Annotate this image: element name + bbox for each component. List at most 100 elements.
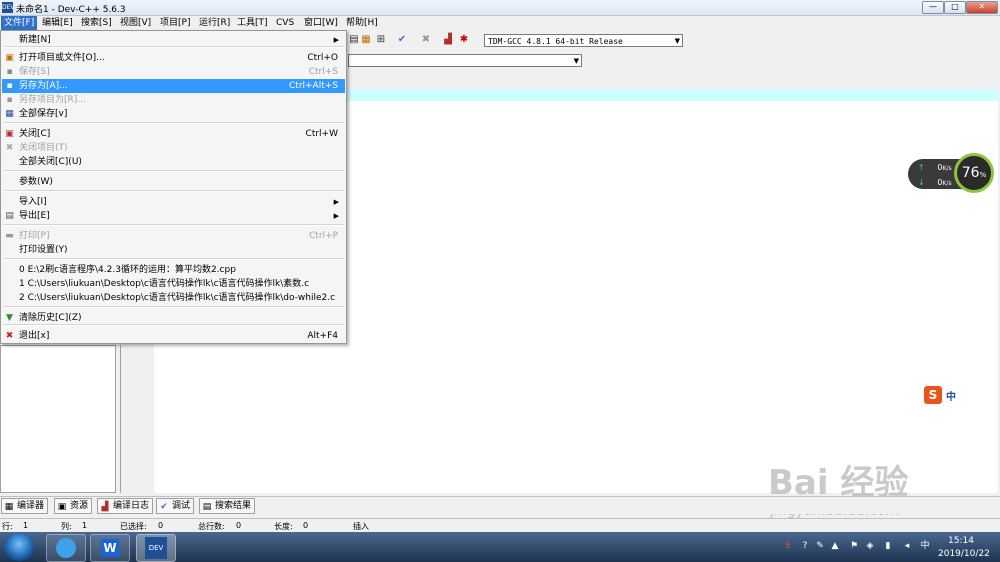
tab-debug[interactable]: ✔ 调试 xyxy=(156,498,195,514)
menu-separator xyxy=(3,324,344,326)
chevron-right-icon: ▶ xyxy=(333,212,339,220)
menu-item-label: 2 C:\Users\liukuan\Desktop\c语言代码操作lk\c语言… xyxy=(19,293,336,303)
file-menu-item[interactable]: 导入[I] ▶ xyxy=(2,195,345,209)
menu-item-shortcut: Ctrl+S xyxy=(308,67,338,77)
ime-tray-icon[interactable]: 中 xyxy=(920,541,930,551)
open-icon: ▣ xyxy=(5,53,14,63)
help-icon[interactable]: ? xyxy=(800,541,810,551)
minimize-button[interactable]: — xyxy=(922,1,944,14)
file-menu-item: ▪ 另存项目为[R]... xyxy=(2,93,345,107)
flag-icon[interactable]: ⚑ xyxy=(849,541,859,551)
file-menu-item[interactable]: ▼ 清除历史[C](Z) xyxy=(2,311,345,325)
delete-icon[interactable]: ✖ xyxy=(420,34,432,46)
taskbar-devcpp[interactable]: DEV xyxy=(136,534,176,562)
menu-item-label: 全部保存[v] xyxy=(19,109,68,119)
browser-icon xyxy=(56,538,76,558)
menu-item-label: 全部关闭[C](U) xyxy=(19,157,82,167)
menu-view[interactable]: 视图[V] xyxy=(117,16,154,30)
shield-icon[interactable]: ◈ xyxy=(865,541,875,551)
function-select[interactable]: ▼ xyxy=(348,54,582,67)
memory-usage-gauge[interactable]: 76% xyxy=(954,153,994,193)
close-button[interactable]: ✕ xyxy=(966,1,998,14)
file-menu-item[interactable]: ▦ 全部保存[v] xyxy=(2,107,345,121)
clock-time[interactable]: 15:14 xyxy=(948,536,974,546)
compiler-select-value: TDM-GCC 4.8.1 64-bit Release xyxy=(488,37,623,46)
menu-item-label: 保存[S] xyxy=(19,67,50,77)
table-icon[interactable]: ▦ xyxy=(360,34,372,46)
wps-icon: W xyxy=(101,539,119,557)
menu-search[interactable]: 搜索[S] xyxy=(78,16,115,30)
menu-item-label: 关闭[C] xyxy=(19,129,51,139)
chevron-up-icon[interactable]: ▲ xyxy=(830,541,840,551)
file-menu-item[interactable]: ▣ 打开项目或文件[O]... Ctrl+O xyxy=(2,51,345,65)
menu-item-label: 打开项目或文件[O]... xyxy=(19,53,105,63)
chevron-down-icon: ▼ xyxy=(573,57,579,65)
menu-project[interactable]: 项目[P] xyxy=(157,16,193,30)
network-icon[interactable]: ▮ xyxy=(883,541,893,551)
start-button[interactable] xyxy=(4,533,34,561)
lines-value: 0 xyxy=(236,521,242,530)
tab-search-results[interactable]: ▤ 搜索结果 xyxy=(199,498,256,514)
file-menu-item[interactable]: 全部关闭[C](U) xyxy=(2,155,345,169)
menu-cvs[interactable]: CVS xyxy=(273,16,297,30)
maximize-button[interactable]: □ xyxy=(944,1,966,14)
menu-separator xyxy=(3,258,344,260)
taskbar-browser[interactable] xyxy=(46,534,86,562)
menu-window[interactable]: 窗口[W] xyxy=(301,16,341,30)
toolbar: ▤ ▦ ⊞ ✔ ✖ ▟ ✱ TDM-GCC 4.8.1 64-bit Relea… xyxy=(348,31,1000,51)
chart-icon[interactable]: ▟ xyxy=(442,34,454,46)
menu-file[interactable]: 文件[F] xyxy=(1,16,38,30)
menu-item-label: 导出[E] xyxy=(19,211,50,221)
menu-item-label: 打印设置(Y) xyxy=(19,245,68,255)
bottom-tabs: ▦ 编译器 ▣ 资源 ▟ 编译日志 ✔ 调试 ▤ 搜索结果 xyxy=(0,496,1000,514)
file-menu-item[interactable]: 打印设置(Y) xyxy=(2,243,345,257)
menu-item-label: 另存项目为[R]... xyxy=(19,95,86,105)
menu-item-label: 另存为[A]... xyxy=(19,81,68,91)
compiler-select[interactable]: TDM-GCC 4.8.1 64-bit Release ▼ xyxy=(484,34,683,47)
volume-icon[interactable]: ◂ xyxy=(902,541,912,551)
chevron-down-icon: ▼ xyxy=(674,37,680,45)
menu-run[interactable]: 运行[R] xyxy=(196,16,233,30)
menu-item-label: 退出[x] xyxy=(19,331,50,341)
indent-icon[interactable]: ▤ xyxy=(348,34,360,46)
menu-edit[interactable]: 编辑[E] xyxy=(39,16,76,30)
taskbar-wps[interactable]: W xyxy=(90,534,130,562)
menu-tools[interactable]: 工具[T] xyxy=(234,16,271,30)
menu-item-shortcut: Ctrl+W xyxy=(305,129,338,139)
row-value: 1 xyxy=(23,521,29,530)
check-icon[interactable]: ✔ xyxy=(396,34,408,46)
file-menu-item[interactable]: ▣ 关闭[C] Ctrl+W xyxy=(2,127,345,141)
sogou-tray-icon[interactable]: S xyxy=(783,541,793,551)
tab-compile-log[interactable]: ▟ 编译日志 xyxy=(97,498,154,514)
file-menu-item[interactable]: 2 C:\Users\liukuan\Desktop\c语言代码操作lk\c语言… xyxy=(2,291,345,305)
menu-item-label: 1 C:\Users\liukuan\Desktop\c语言代码操作lk\c语言… xyxy=(19,279,310,289)
window-title: 未命名1 - Dev-C++ 5.6.3 xyxy=(16,5,126,15)
file-menu-item[interactable]: 1 C:\Users\liukuan\Desktop\c语言代码操作lk\c语言… xyxy=(2,277,345,291)
clear-history-icon: ▼ xyxy=(6,313,13,323)
menu-item-label: 关闭项目(T) xyxy=(19,143,68,153)
selected-value: 0 xyxy=(158,521,164,530)
file-menu-item[interactable]: 0 E:\2刷c语言程序\4.2.3循环的运用：算平均数2.cpp xyxy=(2,263,345,277)
export-icon: ▤ xyxy=(5,211,14,221)
save-all-icon: ▦ xyxy=(5,109,14,119)
file-menu-item[interactable]: 新建[N] ▶ xyxy=(2,33,345,47)
file-menu-item: ✖ 关闭项目(T) xyxy=(2,141,345,155)
file-menu-item[interactable]: ▤ 导出[E] ▶ xyxy=(2,209,345,223)
tab-compiler[interactable]: ▦ 编译器 xyxy=(1,498,49,514)
ime-indicator[interactable]: S 中 xyxy=(924,386,964,404)
clock-date[interactable]: 2019/10/22 xyxy=(938,549,990,559)
pen-icon[interactable]: ✎ xyxy=(815,541,825,551)
project-panel[interactable] xyxy=(0,345,116,493)
file-menu-item: ▪ 保存[S] Ctrl+S xyxy=(2,65,345,79)
grid-icon[interactable]: ⊞ xyxy=(375,34,387,46)
close-project-icon: ✖ xyxy=(5,143,14,153)
chevron-right-icon: ▶ xyxy=(333,198,339,206)
file-menu-item[interactable]: ✖ 退出[x] Alt+F4 xyxy=(2,329,345,343)
save-project-icon: ▪ xyxy=(6,95,13,105)
file-menu-item[interactable]: 参数(W) xyxy=(2,175,345,189)
menu-help[interactable]: 帮助[H] xyxy=(343,16,381,30)
tab-resources[interactable]: ▣ 资源 xyxy=(54,498,93,514)
debug-icon[interactable]: ✱ xyxy=(458,34,470,46)
menu-item-label: 导入[I] xyxy=(19,197,47,207)
file-menu-item[interactable]: ▪ 另存为[A]... Ctrl+Alt+S xyxy=(2,79,345,93)
